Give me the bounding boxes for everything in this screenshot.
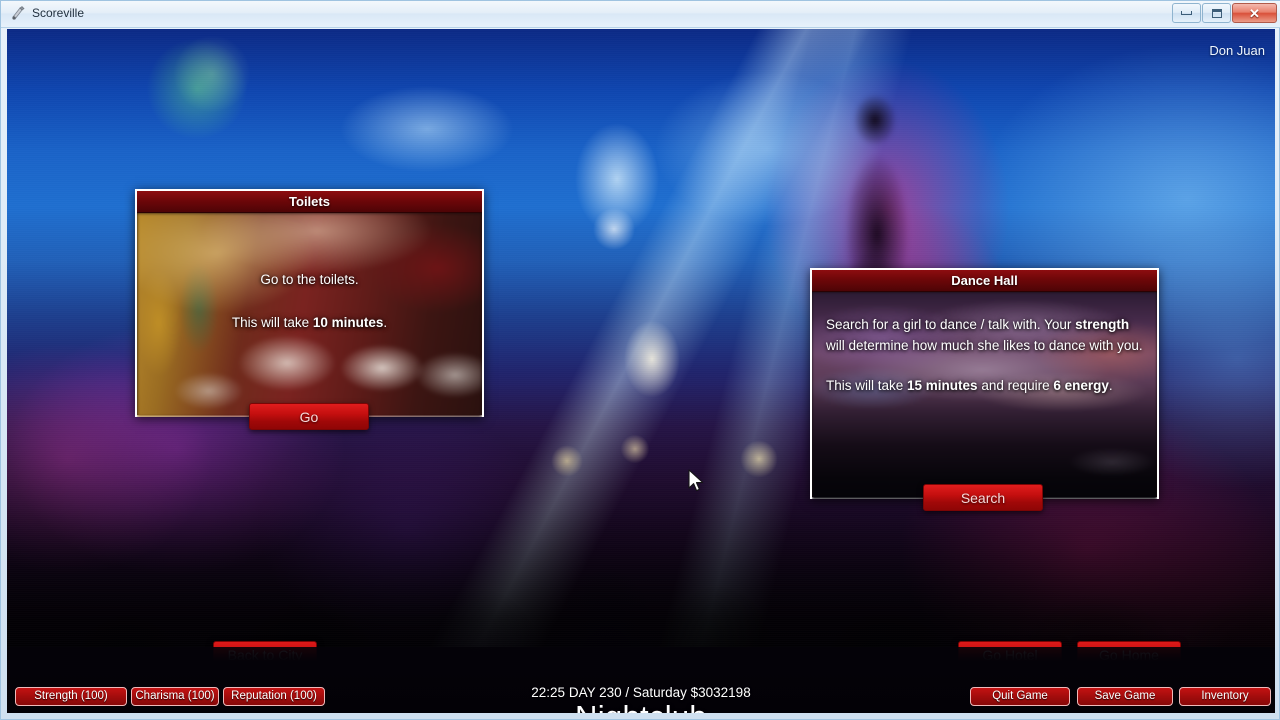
panel-dance-hall: Dance Hall Search for a girl to dance / … bbox=[810, 268, 1159, 499]
dance-hall-search-button[interactable]: Search bbox=[923, 484, 1043, 511]
save-game-button[interactable]: Save Game bbox=[1077, 687, 1173, 706]
toilets-description: Go to the toilets. bbox=[260, 272, 359, 287]
app-icon bbox=[10, 5, 26, 21]
toilets-duration-value: 10 minutes bbox=[312, 315, 384, 330]
dance-hall-cost-line: This will take 15 minutes and require 6 … bbox=[826, 375, 1143, 396]
dance-cost-post: . bbox=[1108, 378, 1113, 393]
application-window: Scoreville ✕ Don Juan Toilets Go to the … bbox=[0, 0, 1280, 720]
close-icon: ✕ bbox=[1249, 5, 1260, 21]
game-viewport: Don Juan Toilets Go to the toilets. This… bbox=[7, 29, 1275, 713]
maximize-button[interactable] bbox=[1202, 3, 1231, 23]
toilets-duration-post: . bbox=[383, 315, 388, 330]
dance-cost-time: 15 minutes bbox=[907, 378, 978, 393]
inventory-button[interactable]: Inventory bbox=[1179, 687, 1271, 706]
panel-dance-hall-body: Search for a girl to dance / talk with. … bbox=[812, 292, 1157, 499]
toilets-go-button[interactable]: Go bbox=[249, 403, 369, 430]
dance-cost-pre: This will take bbox=[826, 378, 908, 393]
dance-desc-strength: strength bbox=[1075, 317, 1130, 332]
window-title: Scoreville bbox=[32, 6, 85, 20]
minimize-icon bbox=[1181, 11, 1192, 15]
panel-dance-hall-title: Dance Hall bbox=[812, 270, 1157, 292]
minimize-button[interactable] bbox=[1172, 3, 1201, 23]
dance-cost-mid: and require bbox=[977, 378, 1054, 393]
panel-toilets-title: Toilets bbox=[137, 191, 482, 213]
panel-toilets: Toilets Go to the toilets. This will tak… bbox=[135, 189, 484, 417]
maximize-icon bbox=[1211, 8, 1222, 18]
toilets-duration-pre: This will take bbox=[231, 315, 313, 330]
dance-desc-post: will determine how much she likes to dan… bbox=[826, 338, 1143, 353]
panel-toilets-body: Go to the toilets. This will take 10 min… bbox=[137, 213, 482, 417]
window-controls: ✕ bbox=[1172, 3, 1277, 23]
player-name: Don Juan bbox=[1209, 43, 1265, 58]
dance-desc-pre: Search for a girl to dance / talk with. … bbox=[826, 317, 1076, 332]
quit-game-button[interactable]: Quit Game bbox=[970, 687, 1070, 706]
close-button[interactable]: ✕ bbox=[1232, 3, 1277, 23]
title-bar-left: Scoreville bbox=[10, 5, 84, 21]
dance-hall-description: Search for a girl to dance / talk with. … bbox=[826, 314, 1143, 356]
title-bar: Scoreville ✕ bbox=[1, 1, 1280, 28]
panel-toilets-text: Go to the toilets. This will take 10 min… bbox=[137, 213, 482, 333]
toilets-duration-line: This will take 10 minutes. bbox=[151, 312, 468, 333]
dance-cost-energy: 6 energy bbox=[1053, 378, 1109, 393]
panel-dance-hall-text: Search for a girl to dance / talk with. … bbox=[812, 292, 1157, 396]
